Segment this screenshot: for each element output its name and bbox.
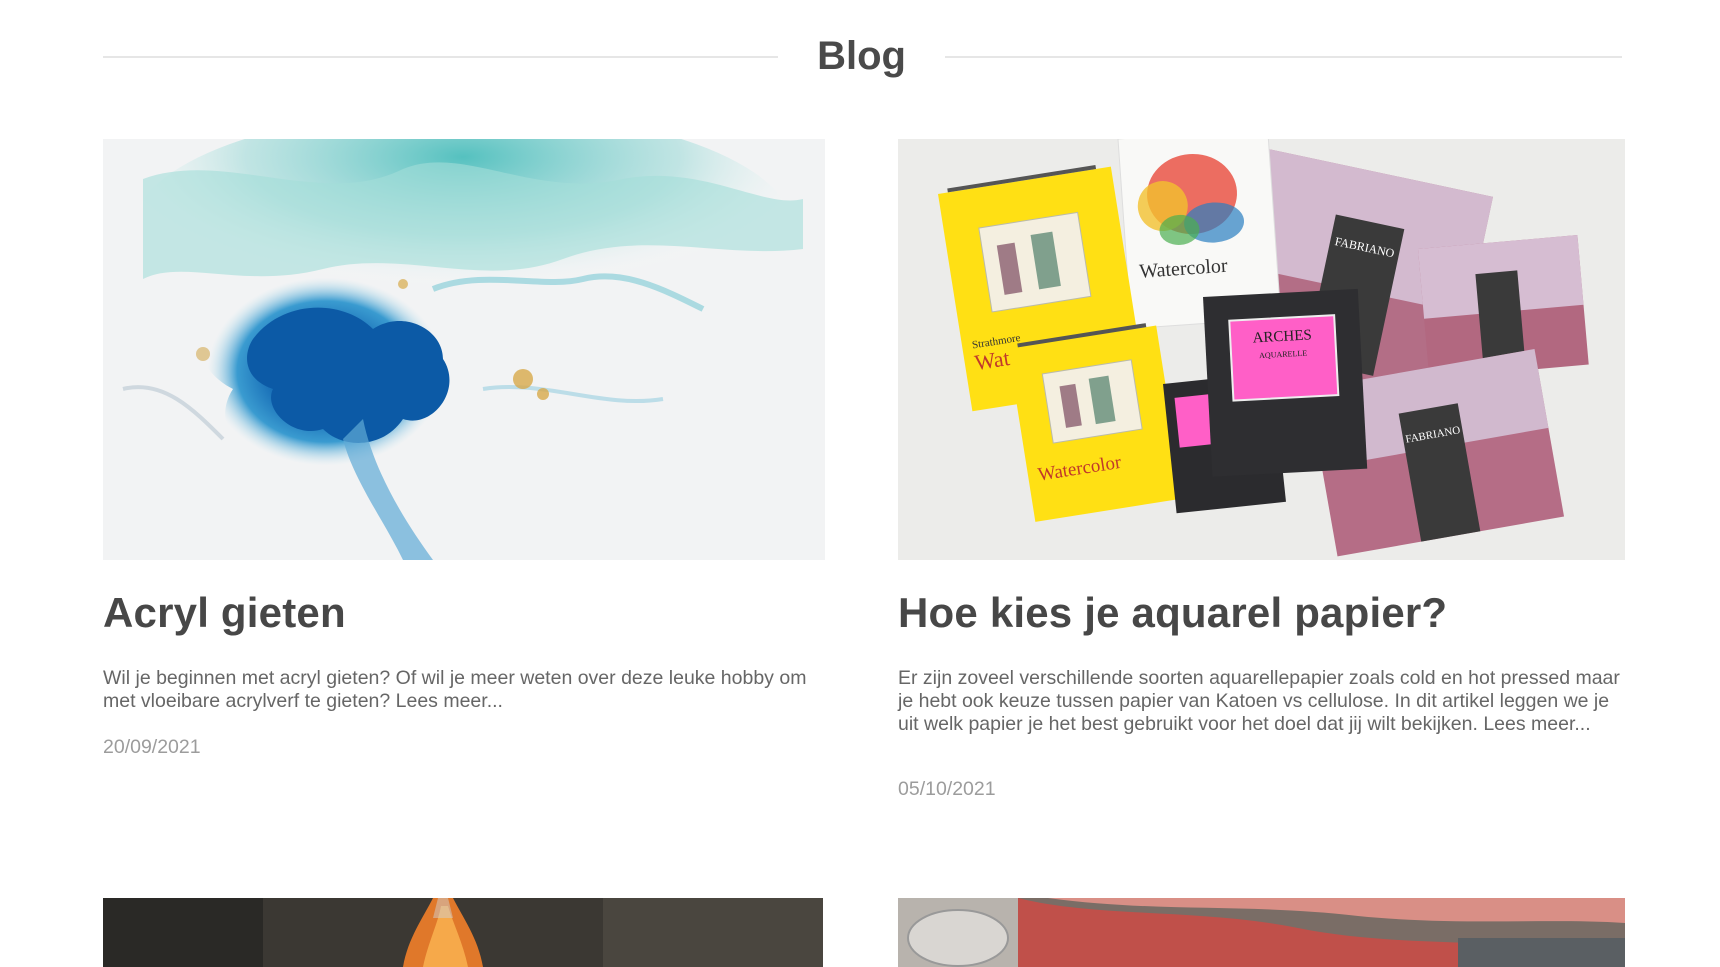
- post-date: 20/09/2021: [103, 736, 201, 758]
- blog-post-card[interactable]: [898, 898, 1625, 967]
- blog-header: Blog: [103, 28, 1622, 88]
- acrylic-pour-painting-image[interactable]: [103, 139, 825, 560]
- blog-post-card[interactable]: [103, 898, 823, 967]
- post-title[interactable]: Acryl gieten: [103, 589, 346, 637]
- post-date: 05/10/2021: [898, 778, 996, 800]
- header-divider-left: [103, 56, 778, 58]
- orange-glass-bottle-image[interactable]: [103, 898, 823, 967]
- post-excerpt: Wil je beginnen met acryl gieten? Of wil…: [103, 667, 807, 712]
- post-title[interactable]: Hoe kies je aquarel papier?: [898, 589, 1447, 637]
- blog-post-card[interactable]: FABRIANO FABRIANO Watercolor Strathmore …: [898, 139, 1625, 819]
- post-excerpt: Er zijn zoveel verschillende soorten aqu…: [898, 667, 1620, 735]
- svg-text:ARCHES: ARCHES: [1252, 327, 1312, 346]
- page-title: Blog: [817, 34, 906, 78]
- watercolor-paper-pads-image[interactable]: FABRIANO FABRIANO Watercolor Strathmore …: [898, 139, 1625, 560]
- header-divider-right: [945, 56, 1622, 58]
- hands-painting-image[interactable]: [898, 898, 1625, 967]
- blog-post-card[interactable]: Acryl gieten Wil je beginnen met acryl g…: [103, 139, 825, 819]
